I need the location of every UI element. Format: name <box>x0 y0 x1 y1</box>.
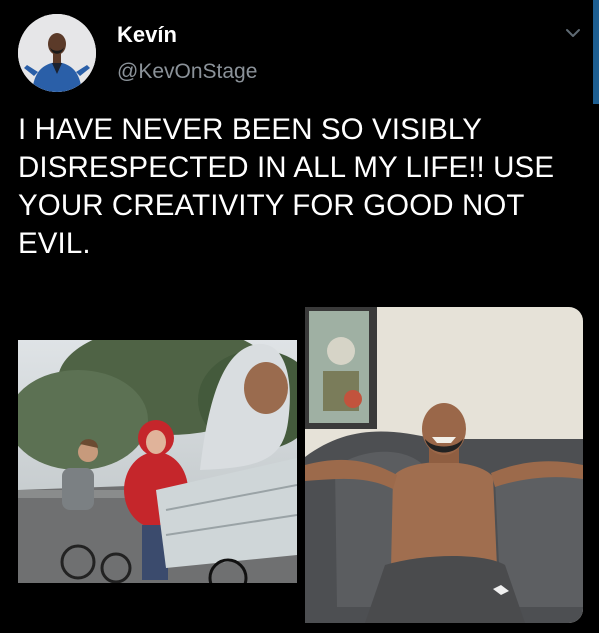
tweet-photo-2[interactable] <box>305 307 583 623</box>
username-handle[interactable]: @KevOnStage <box>117 60 257 84</box>
tweet-photo-1[interactable] <box>18 340 297 583</box>
display-name[interactable]: Kevín <box>117 22 177 48</box>
scrollbar-edge <box>593 0 599 104</box>
avatar-photo <box>18 14 96 92</box>
avatar[interactable] <box>18 14 96 92</box>
chevron-down-icon[interactable] <box>563 23 583 43</box>
tweet-text: I HAVE NEVER BEEN SO VISIBLY DISRESPECTE… <box>18 113 555 260</box>
tweet: Kevín @KevOnStage I HAVE NEVER BEEN SO V… <box>0 0 599 633</box>
